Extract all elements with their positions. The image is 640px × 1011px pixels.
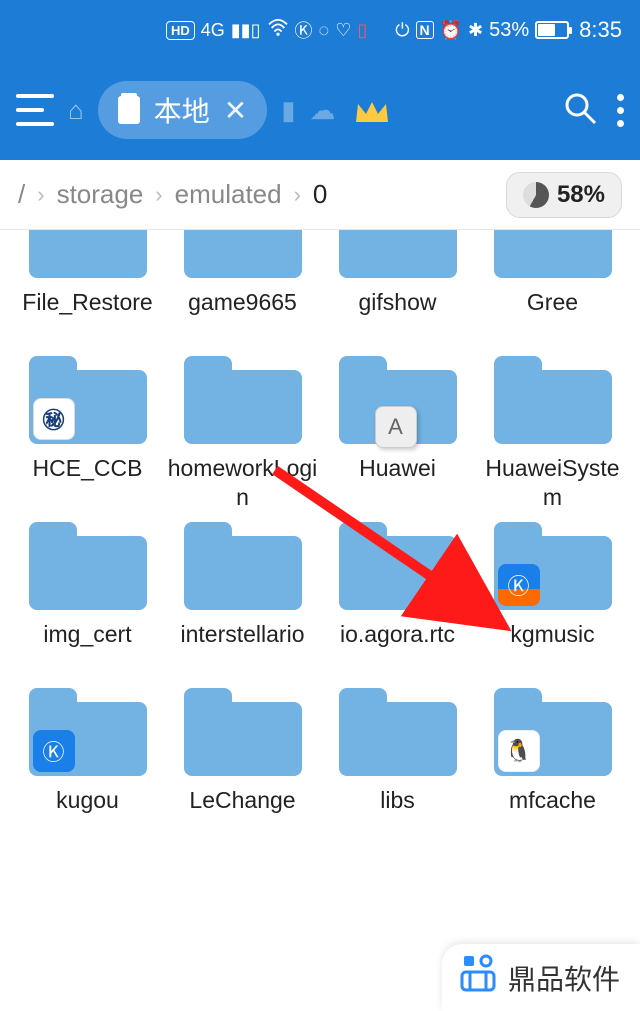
net-label: 4G — [201, 20, 225, 41]
folder-label: kgmusic — [508, 620, 596, 678]
chat-icon: ◌ — [319, 20, 330, 41]
folder-label: HuaweiSystem — [475, 454, 630, 512]
folder-item[interactable]: ㊙ HCE_CCB — [10, 356, 165, 512]
folder-item[interactable]: File_Restore — [10, 240, 165, 346]
k-icon: Ⓚ — [295, 17, 313, 43]
battery-icon — [535, 21, 569, 39]
folder-icon — [29, 230, 147, 278]
cloud-icon[interactable]: ☁ — [310, 95, 336, 126]
folder-item[interactable]: LeChange — [165, 688, 320, 844]
crumb-current[interactable]: 0 — [313, 179, 327, 210]
folder-item[interactable]: 🐧 mfcache — [475, 688, 630, 844]
folder-label: HCE_CCB — [31, 454, 145, 512]
folder-icon: Ⓚ — [494, 522, 612, 610]
more-button[interactable] — [617, 94, 624, 127]
folder-icon — [184, 688, 302, 776]
toolbar: ⌂ 本地 ✕ ▮ ☁ — [0, 60, 640, 160]
search-button[interactable] — [563, 91, 597, 130]
folder-icon: ㊙ — [29, 356, 147, 444]
folder-label: img_cert — [41, 620, 133, 678]
folder-label: homeworkLogin — [165, 454, 320, 512]
crumb-emulated[interactable]: emulated — [175, 179, 282, 210]
crown-icon[interactable] — [354, 97, 390, 123]
folder-item[interactable]: gifshow — [320, 240, 475, 346]
folder-label: game9665 — [186, 288, 299, 346]
status-bar: HD 4G ▮▮▯ Ⓚ ◌ ♡ ▯ ⏻ N ⏰ ✱ 53% 8:35 — [0, 0, 640, 60]
wifi-icon — [267, 19, 289, 42]
nfc-icon: N — [416, 21, 434, 39]
folder-item[interactable]: homeworkLogin — [165, 356, 320, 512]
folder-icon — [339, 688, 457, 776]
watermark: 鼎品软件 — [442, 944, 640, 1011]
power-icon: ⏻ — [395, 20, 409, 41]
folder-icon: Ⓚ — [29, 688, 147, 776]
signal-icon: ▮▮▯ — [231, 20, 261, 41]
folder-icon — [29, 522, 147, 610]
alarm-icon: ⏰ — [440, 20, 462, 41]
folder-item[interactable]: interstellario — [165, 522, 320, 678]
folder-icon — [184, 356, 302, 444]
folder-icon — [339, 522, 457, 610]
book-icon: ▯ — [357, 20, 367, 41]
folder-label: gifshow — [357, 288, 439, 346]
location-tab[interactable]: 本地 ✕ — [98, 81, 267, 139]
tab-label: 本地 — [154, 90, 210, 130]
crumb-root[interactable]: / — [18, 179, 25, 210]
folder-icon — [494, 230, 612, 278]
hd-badge: HD — [166, 21, 195, 40]
folder-item[interactable]: img_cert — [10, 522, 165, 678]
disk-pct: 58% — [557, 181, 605, 209]
folder-icon: A — [339, 356, 457, 444]
menu-button[interactable] — [16, 94, 54, 126]
folder-item[interactable]: game9665 — [165, 240, 320, 346]
pie-icon — [523, 182, 549, 208]
folder-label: mfcache — [507, 786, 598, 844]
sdcard-icon — [118, 96, 140, 124]
folder-label: interstellario — [179, 620, 307, 678]
folder-item[interactable]: io.agora.rtc — [320, 522, 475, 678]
bluetooth-icon: ✱ — [468, 20, 483, 41]
folder-label: libs — [378, 786, 417, 844]
chevron-right-icon: › — [294, 182, 301, 208]
folder-item[interactable]: HuaweiSystem — [475, 356, 630, 512]
clock: 8:35 — [579, 17, 622, 43]
folder-label: Gree — [525, 288, 580, 346]
folder-label: kugou — [54, 786, 121, 844]
crumb-storage[interactable]: storage — [57, 179, 144, 210]
battery-pct: 53% — [489, 19, 529, 42]
folder-label: Huawei — [357, 454, 438, 512]
folder-item[interactable]: Ⓚ kugou — [10, 688, 165, 844]
chevron-right-icon: › — [155, 182, 162, 208]
folder-icon — [184, 230, 302, 278]
close-tab-button[interactable]: ✕ — [224, 94, 247, 127]
folder-item[interactable]: A Huawei — [320, 356, 475, 512]
heart-icon: ♡ — [335, 20, 351, 41]
watermark-text: 鼎品软件 — [508, 958, 620, 998]
storage-icon[interactable]: ▮ — [281, 95, 295, 126]
folder-grid: File_Restore game9665 gifshow Gree ㊙ HCE… — [0, 230, 640, 1011]
folder-item[interactable]: Ⓚ kgmusic — [475, 522, 630, 678]
home-icon[interactable]: ⌂ — [68, 95, 84, 126]
breadcrumb: / › storage › emulated › 0 58% — [0, 160, 640, 230]
disk-usage-pill[interactable]: 58% — [506, 172, 622, 218]
folder-label: LeChange — [187, 786, 297, 844]
folder-icon — [494, 356, 612, 444]
folder-icon — [184, 522, 302, 610]
chevron-right-icon: › — [37, 182, 44, 208]
folder-icon: 🐧 — [494, 688, 612, 776]
watermark-logo-icon — [458, 954, 498, 1001]
folder-icon — [339, 230, 457, 278]
folder-label: io.agora.rtc — [338, 620, 457, 678]
folder-item[interactable]: Gree — [475, 240, 630, 346]
folder-item[interactable]: libs — [320, 688, 475, 844]
folder-label: File_Restore — [20, 288, 154, 346]
